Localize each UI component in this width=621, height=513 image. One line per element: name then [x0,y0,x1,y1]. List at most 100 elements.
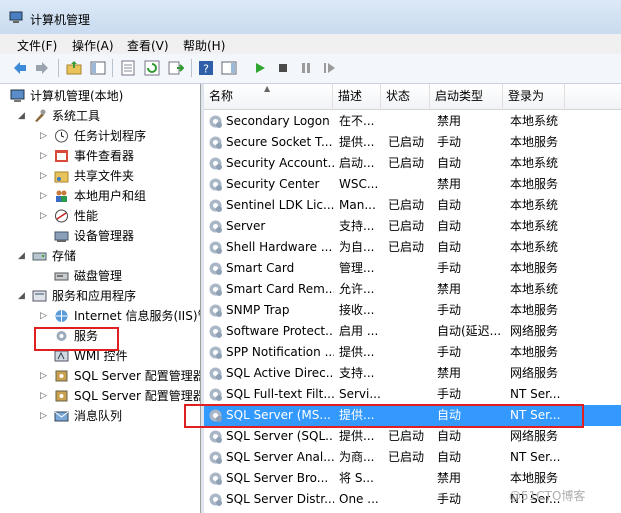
service-gear-icon [209,199,222,212]
cell-name: SQL Server Bro... [226,471,329,485]
clock-icon [55,129,68,143]
help-icon[interactable]: ? [198,60,214,76]
expanded-arrow-icon[interactable]: ◢ [18,286,28,306]
cell-desc: WSC... [339,177,379,191]
menu-view[interactable]: 查看(V) [127,37,169,54]
table-row[interactable]: SQL Full-text Filt... Servi... 手动 NT Ser... [204,384,621,405]
window-title: 计算机管理 [30,13,91,27]
service-gear-icon [209,157,222,170]
cell-name: Secure Socket T... [226,135,333,149]
toolbar-divider [58,59,59,77]
up-folder-icon[interactable] [66,60,82,76]
cell-desc: 允许... [339,282,375,296]
column-header-desc[interactable]: 描述 [333,84,381,109]
cell-logon: 本地服务 [510,303,559,317]
collapsed-arrow-icon[interactable]: ▷ [40,206,50,226]
table-row[interactable]: SNMP Trap 接收... 手动 本地服务 [204,300,621,321]
cell-desc: 启用 ... [339,324,379,338]
cell-startup: 手动 [437,492,462,506]
service-gear-icon [209,472,222,485]
collapsed-arrow-icon[interactable]: ▷ [40,126,50,146]
table-row[interactable]: Software Protect... 启用 ... 自动(延迟... 网络服务 [204,321,621,342]
table-row[interactable]: Smart Card Rem... 允许... 禁用 本地系统 [204,279,621,300]
column-header-startup[interactable]: 启动类型 [430,84,503,109]
cell-logon: 本地系统 [510,114,559,128]
cell-desc: 支持... [339,366,375,380]
column-header-status[interactable]: 状态 [381,84,430,109]
forward-arrow-icon[interactable] [34,60,50,76]
collapsed-arrow-icon[interactable]: ▷ [40,306,50,326]
cell-logon: NT Ser... [510,450,561,464]
service-gear-icon [209,262,222,275]
cell-name: Secondary Logon [226,114,330,128]
cell-status: 已启动 [388,240,425,254]
highlight-box-sql-server [184,404,584,428]
table-row[interactable]: Security Center WSC... 禁用 本地服务 [204,174,621,195]
show-hide-tree-icon[interactable] [90,60,106,76]
collapsed-arrow-icon[interactable]: ▷ [40,166,50,186]
table-row[interactable]: Secondary Logon 在不... 禁用 本地系统 [204,111,621,132]
service-gear-icon [209,115,222,128]
menu-bar: 文件(F) 操作(A) 查看(V) 帮助(H) [0,34,621,54]
table-row[interactable]: Sentinel LDK Lic... Man... 已启动 自动 本地系统 [204,195,621,216]
service-gear-icon [209,388,222,401]
menu-help[interactable]: 帮助(H) [183,37,225,54]
cell-logon: 本地系统 [510,156,559,170]
service-gear-icon [209,283,222,296]
message-queue-icon [54,411,69,422]
start-service-icon[interactable] [252,60,268,76]
collapsed-arrow-icon[interactable]: ▷ [40,186,50,206]
collapsed-arrow-icon[interactable]: ▷ [40,406,50,426]
export-list-icon[interactable] [168,60,184,76]
collapsed-arrow-icon[interactable]: ▷ [40,366,50,386]
cell-startup: 自动 [437,198,462,212]
menu-action[interactable]: 操作(A) [72,37,114,54]
cell-startup: 自动 [437,240,462,254]
refresh-icon[interactable] [144,60,160,76]
collapsed-arrow-icon[interactable]: ▷ [40,146,50,166]
service-gear-icon [209,346,222,359]
column-header-logon[interactable]: 登录为 [503,84,565,109]
disk-icon [54,272,69,281]
title-bar: 计算机管理 [0,0,621,34]
table-row[interactable]: SQL Server (SQL... 提供... 已启动 自动 网络服务 [204,426,621,447]
back-arrow-icon[interactable] [12,60,28,76]
cell-startup: 手动 [437,135,462,149]
iis-icon [55,310,68,322]
cell-logon: 本地服务 [510,177,559,191]
column-header-name[interactable]: 名称 ▲ [204,84,333,109]
show-action-pane-icon[interactable] [221,60,237,76]
collapsed-arrow-icon[interactable]: ▷ [40,386,50,406]
cell-status: 已启动 [388,429,425,443]
table-row[interactable]: SQL Active Direc... 支持... 禁用 网络服务 [204,363,621,384]
cell-startup: 禁用 [437,177,462,191]
cell-startup: 手动 [437,345,462,359]
table-row[interactable]: Shell Hardware ... 为自... 已启动 自动 本地系统 [204,237,621,258]
pause-service-icon[interactable] [298,60,314,76]
table-row[interactable]: Server 支持... 已启动 自动 本地系统 [204,216,621,237]
table-row[interactable]: Smart Card 管理... 手动 本地服务 [204,258,621,279]
cell-status: 已启动 [388,198,425,212]
cell-name: SQL Active Direc... [226,366,334,380]
restart-service-icon[interactable] [321,60,337,76]
expanded-arrow-icon[interactable]: ◢ [18,106,28,126]
menu-file[interactable]: 文件(F) [17,37,57,54]
properties-icon[interactable] [120,60,136,76]
cell-name: Smart Card [226,261,295,275]
list-header: 名称 ▲ 描述 状态 启动类型 登录为 [204,84,621,110]
cell-logon: 本地服务 [510,471,559,485]
cell-desc: 提供... [339,135,375,149]
cell-startup: 自动 [437,156,462,170]
table-row[interactable]: SQL Server Anal... 为商... 已启动 自动 NT Ser... [204,447,621,468]
expanded-arrow-icon[interactable]: ◢ [18,246,28,266]
cell-logon: 本地服务 [510,135,559,149]
table-row[interactable]: SQL Server Bro... 将 S... 禁用 本地服务 [204,468,621,489]
table-row[interactable]: SPP Notification ... 提供... 手动 本地服务 [204,342,621,363]
stop-service-icon[interactable] [275,60,291,76]
sort-ascending-icon: ▲ [264,84,271,93]
cell-logon: 本地系统 [510,282,559,296]
table-row[interactable]: Secure Socket T... 提供... 已启动 手动 本地服务 [204,132,621,153]
cell-startup: 禁用 [437,366,462,380]
table-row[interactable]: Security Account... 启动... 已启动 自动 本地系统 [204,153,621,174]
cell-logon: 本地服务 [510,261,559,275]
